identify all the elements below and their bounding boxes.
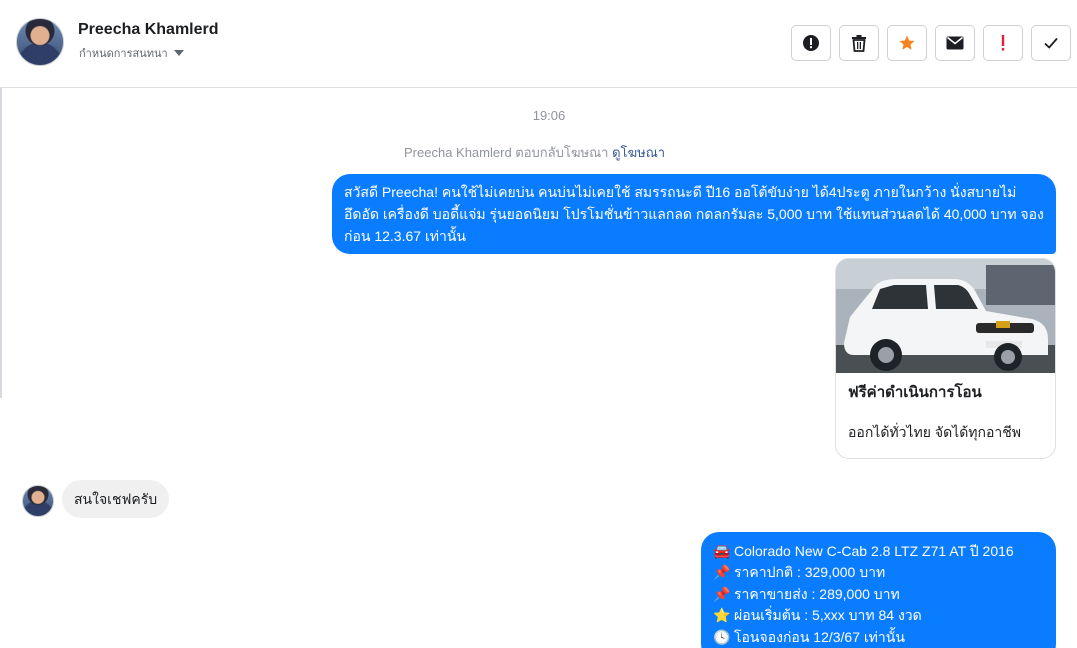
trash-icon (852, 35, 866, 52)
car-icon: 🚘 (713, 542, 731, 559)
sender-avatar[interactable] (22, 485, 54, 517)
conversation-label: กำหนดการสนทนา (79, 48, 168, 60)
ad-car-image (836, 259, 1055, 373)
incoming-message[interactable]: สนใจเชฟครับ (62, 480, 170, 518)
mail-icon (946, 36, 964, 50)
pin-icon: 📌 (713, 564, 731, 581)
report-icon (803, 35, 819, 51)
important-icon (1001, 35, 1005, 51)
action-toolbar (791, 25, 1071, 61)
outgoing-message[interactable]: สวัสดี Preecha! คนใช้ไม่เคยบ่น คนบ่นไม่เ… (332, 174, 1056, 254)
star-icon: ⭐ (713, 607, 731, 624)
offer-line-text: ผ่อนเริ่มต้น : 5,xxx บาท 84 งวด (734, 607, 922, 624)
offer-line-text: ราคาขายส่ง : 289,000 บาท (734, 585, 900, 602)
offer-line: 📌 ราคาขายส่ง : 289,000 บาท (713, 583, 1044, 605)
offer-line-text: Colorado New C-Cab 2.8 LTZ Z71 AT ปี 201… (734, 542, 1014, 559)
left-divider (0, 88, 2, 398)
check-icon (1044, 37, 1058, 49)
outgoing-offer-message[interactable]: 🚘 Colorado New C-Cab 2.8 LTZ Z71 AT ปี 2… (701, 532, 1056, 648)
offer-line: ⭐ ผ่อนเริ่มต้น : 5,xxx บาท 84 งวด (713, 605, 1044, 627)
ad-reply-note: Preecha Khamlerd ตอบกลับโฆษณา ดูโฆษณา (404, 142, 665, 163)
contact-avatar[interactable] (16, 18, 64, 66)
delete-button[interactable] (839, 25, 879, 61)
clock-icon: 🕓 (713, 628, 731, 645)
ad-description: ออกได้ทั่วไทย จัดได้ทุกอาชีพ (848, 424, 1022, 440)
mark-done-button[interactable] (1031, 25, 1071, 61)
pin-icon: 📌 (713, 585, 731, 602)
view-ad-link[interactable]: ดูโฆษณา (612, 145, 665, 160)
caret-down-icon (173, 50, 184, 56)
report-button[interactable] (791, 25, 831, 61)
offer-line-text: โอนจองก่อน 12/3/67 เท่านั้น (734, 628, 905, 645)
ad-card[interactable]: ฟรีค่าดำเนินการโอน ออกได้ทั่วไทย จัดได้ท… (835, 258, 1056, 459)
contact-name[interactable]: Preecha Khamlerd (78, 21, 219, 39)
offer-line: 📌 ราคาปกติ : 329,000 บาท (713, 562, 1044, 584)
message-timestamp: 19:06 (532, 108, 566, 123)
offer-line: 🕓 โอนจองก่อน 12/3/67 เท่านั้น (713, 626, 1044, 648)
mark-unread-button[interactable] (935, 25, 975, 61)
star-button[interactable] (887, 25, 927, 61)
ad-reply-text: Preecha Khamlerd ตอบกลับโฆษณา (404, 145, 609, 160)
important-button[interactable] (983, 25, 1023, 61)
offer-line: 🚘 Colorado New C-Cab 2.8 LTZ Z71 AT ปี 2… (713, 540, 1044, 562)
star-icon (899, 35, 915, 50)
conversation-label-dropdown[interactable]: กำหนดการสนทนา (79, 44, 184, 62)
conversation-header: Preecha Khamlerd กำหนดการสนทนา (0, 0, 1077, 88)
ad-title: ฟรีค่าดำเนินการโอน (848, 384, 982, 401)
offer-line-text: ราคาปกติ : 329,000 บาท (734, 564, 886, 581)
